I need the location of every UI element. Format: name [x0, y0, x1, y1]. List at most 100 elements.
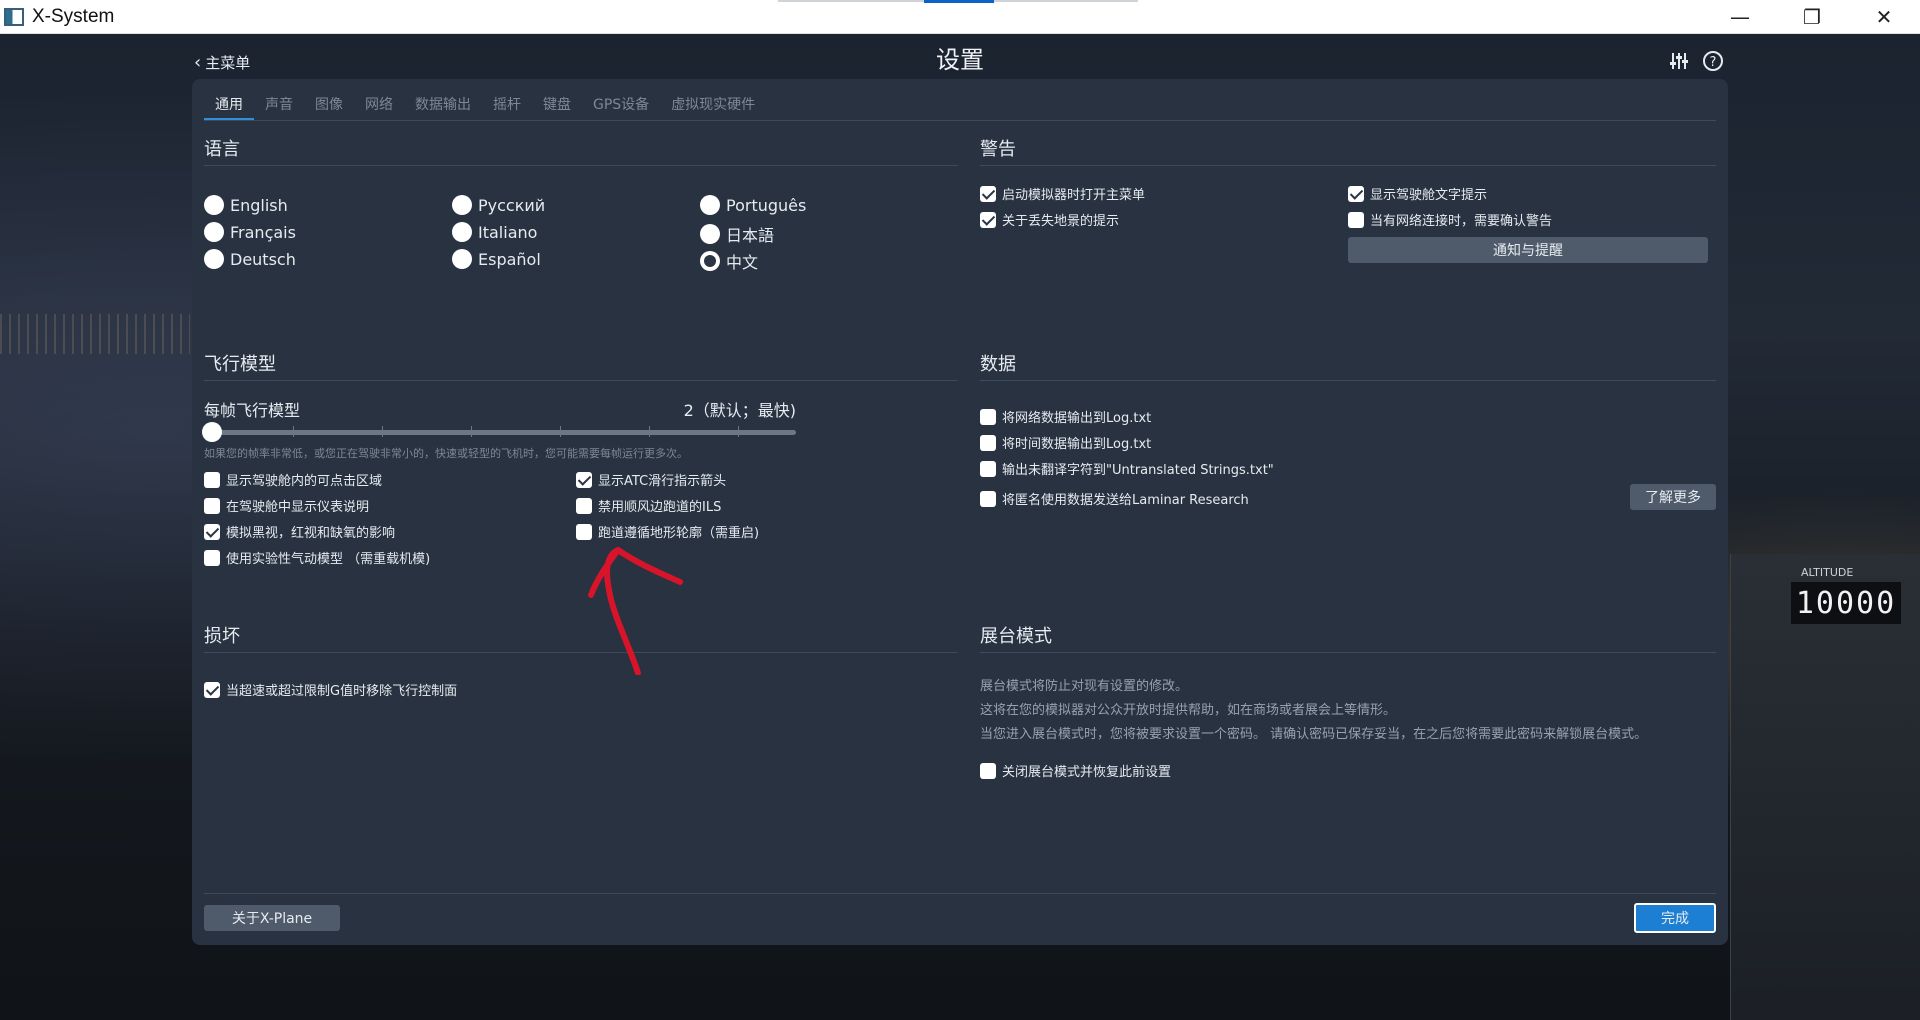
learn-more-button[interactable]: 了解更多	[1630, 484, 1716, 510]
radio-selected-icon	[700, 251, 720, 271]
help-icon[interactable]: ?	[1702, 50, 1724, 72]
atc-taxi-arrows-checkbox[interactable]: 显示ATC滑行指示箭头	[576, 470, 726, 489]
language-option-japanese[interactable]: 日本語	[700, 222, 774, 246]
warnings-divider	[980, 165, 1716, 166]
tab-network[interactable]: 网络	[354, 95, 404, 121]
runway-follow-terrain-checkbox[interactable]: 跑道遵循地形轮廓（需重启)	[576, 522, 759, 541]
notifications-button[interactable]: 通知与提醒	[1348, 237, 1708, 263]
log-timing-data-checkbox[interactable]: 将时间数据输出到Log.txt	[980, 433, 1151, 452]
settings-panel: 通用 声音 图像 网络 数据输出 摇杆 键盘 GPS设备 虚拟现实硬件 语言 E…	[192, 79, 1728, 945]
header-icons: ?	[1668, 50, 1724, 72]
tab-joystick[interactable]: 摇杆	[482, 95, 532, 121]
flight-model-section-title: 飞行模型	[204, 354, 276, 375]
back-to-main-menu[interactable]: ‹ 主菜单	[194, 52, 250, 73]
slider-tick	[293, 426, 294, 437]
radio-icon	[204, 195, 224, 215]
log-network-data-checkbox[interactable]: 将网络数据输出到Log.txt	[980, 407, 1151, 426]
svg-text:?: ?	[1710, 55, 1717, 70]
checkbox-icon	[204, 471, 220, 488]
cockpit-panel: ALTITUDE 10000	[1730, 554, 1920, 1020]
show-instrument-instructions-checkbox[interactable]: 在驾驶舱中显示仪表说明	[204, 496, 369, 515]
sliders-icon[interactable]	[1668, 50, 1690, 72]
checkbox-icon	[204, 549, 220, 566]
flight-model-divider	[204, 380, 958, 381]
settings-tabs: 通用 声音 图像 网络 数据输出 摇杆 键盘 GPS设备 虚拟现实硬件	[204, 95, 766, 121]
back-label: 主菜单	[205, 54, 251, 72]
minimize-button[interactable]: —	[1704, 0, 1776, 34]
radio-icon	[452, 195, 472, 215]
altitude-readout: 10000	[1791, 582, 1901, 624]
restore-button[interactable]: ❐	[1776, 0, 1848, 34]
radio-icon	[204, 222, 224, 242]
disable-tailwind-ils-checkbox[interactable]: 禁用顺风边跑道的ILS	[576, 496, 721, 515]
language-option-chinese[interactable]: 中文	[700, 249, 758, 273]
language-option-russian[interactable]: Русский	[452, 195, 545, 215]
flight-model-slider-label: 每帧飞行模型	[204, 401, 301, 420]
altitude-label: ALTITUDE	[1801, 566, 1854, 579]
tab-keyboard[interactable]: 键盘	[532, 95, 582, 121]
data-section-title: 数据	[980, 354, 1016, 375]
slider-tick	[560, 426, 561, 437]
checkbox-checked-icon	[576, 471, 592, 488]
kiosk-divider	[980, 652, 1716, 653]
language-option-portuguese[interactable]: Português	[700, 195, 806, 215]
language-option-english[interactable]: English	[204, 195, 288, 215]
slider-tick	[649, 426, 650, 437]
slider-thumb[interactable]	[202, 422, 222, 442]
flight-model-slider[interactable]	[202, 422, 796, 442]
damage-section-title: 损坏	[204, 626, 240, 647]
disable-kiosk-checkbox[interactable]: 关闭展台模式并恢复此前设置	[980, 761, 1171, 780]
checkbox-icon	[980, 408, 996, 425]
red-annotation-arrow-icon	[588, 547, 683, 675]
checkbox-checked-icon	[204, 681, 220, 698]
tab-general[interactable]: 通用	[204, 95, 254, 121]
checkbox-icon	[1348, 211, 1364, 228]
anonymous-usage-data-checkbox[interactable]: 将匿名使用数据发送给Laminar Research	[980, 489, 1249, 508]
checkbox-checked-icon	[1348, 185, 1364, 202]
city-lights	[0, 314, 190, 354]
window-title: X-System	[32, 5, 115, 27]
tab-sound[interactable]: 声音	[254, 95, 304, 121]
done-button[interactable]: 完成	[1634, 903, 1716, 933]
app-icon	[4, 7, 24, 26]
chevron-left-icon: ‹	[194, 52, 202, 73]
language-option-german[interactable]: Deutsch	[204, 249, 296, 269]
tab-data-output[interactable]: 数据输出	[404, 95, 482, 121]
warning-cockpit-text-hints-checkbox[interactable]: 显示驾驶舱文字提示	[1348, 184, 1487, 203]
simulate-blackout-checkbox[interactable]: 模拟黑视，红视和缺氧的影响	[204, 522, 395, 541]
footer-divider	[204, 893, 1716, 894]
data-divider	[980, 380, 1716, 381]
checkbox-icon	[980, 762, 996, 779]
checkbox-icon	[576, 497, 592, 514]
language-option-italian[interactable]: Italiano	[452, 222, 537, 242]
show-clickable-regions-checkbox[interactable]: 显示驾驶舱内的可点击区域	[204, 470, 382, 489]
tab-vr-hardware[interactable]: 虚拟现实硬件	[660, 95, 766, 121]
kiosk-description-1: 展台模式将防止对现有设置的修改。	[980, 679, 1189, 694]
tab-graphics[interactable]: 图像	[304, 95, 354, 121]
language-option-spanish[interactable]: Español	[452, 249, 541, 269]
radio-icon	[700, 224, 720, 244]
slider-tick	[471, 426, 472, 437]
warning-network-confirm-checkbox[interactable]: 当有网络连接时，需要确认警告	[1348, 210, 1552, 229]
close-button[interactable]: ✕	[1848, 0, 1920, 34]
radio-icon	[452, 222, 472, 242]
experimental-flight-model-checkbox[interactable]: 使用实验性气动模型 （需重载机模)	[204, 548, 430, 567]
remove-control-surfaces-checkbox[interactable]: 当超速或超过限制G值时移除飞行控制面	[204, 680, 457, 699]
tab-gps-devices[interactable]: GPS设备	[582, 95, 660, 121]
checkbox-checked-icon	[980, 211, 996, 228]
damage-divider	[204, 652, 958, 653]
language-divider	[204, 165, 958, 166]
titlebar-active-indicator	[924, 0, 994, 3]
checkbox-checked-icon	[980, 185, 996, 202]
kiosk-section-title: 展台模式	[980, 626, 1052, 647]
about-xplane-button[interactable]: 关于X-Plane	[204, 905, 340, 931]
warning-open-main-menu-checkbox[interactable]: 启动模拟器时打开主菜单	[980, 184, 1145, 203]
flight-model-hint: 如果您的帧率非常低，或您正在驾驶非常小的，快速或轻型的飞机时，您可能需要每帧运行…	[204, 447, 688, 460]
slider-tick	[738, 426, 739, 437]
untranslated-strings-checkbox[interactable]: 输出未翻译字符到"Untranslated Strings.txt"	[980, 459, 1274, 478]
radio-icon	[700, 195, 720, 215]
slider-tick	[382, 426, 383, 437]
language-option-french[interactable]: Français	[204, 222, 296, 242]
warning-missing-scenery-checkbox[interactable]: 关于丢失地景的提示	[980, 210, 1119, 229]
kiosk-description-2: 这将在您的模拟器对公众开放时提供帮助，如在商场或者展会上等情形。	[980, 703, 1397, 718]
